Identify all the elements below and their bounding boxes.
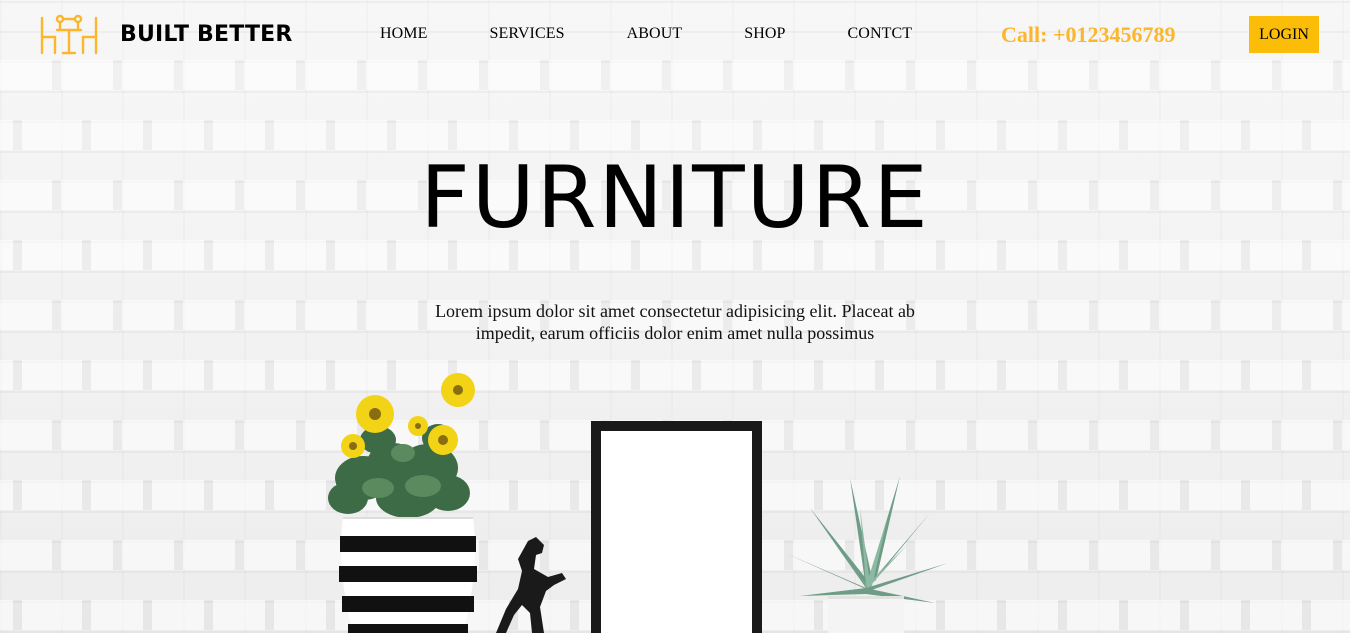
logo[interactable]: BUILT BETTER: [39, 12, 293, 56]
phone-number[interactable]: Call: +0123456789: [1001, 22, 1175, 48]
picture-frame-canvas: [601, 431, 752, 633]
nav-about[interactable]: ABOUT: [627, 25, 683, 43]
hero-title: FURNITURE: [420, 148, 930, 248]
nav-home[interactable]: HOME: [380, 25, 428, 43]
hero-description: Lorem ipsum dolor sit amet consectetur a…: [435, 301, 915, 343]
succulent-plant-image: [785, 476, 948, 633]
flower-vase-image: [328, 373, 477, 633]
picture-frame-image: [591, 421, 762, 633]
furniture-table-chairs-icon: [40, 14, 98, 55]
horse-figurine-image: [496, 537, 566, 633]
nav-shop[interactable]: SHOP: [744, 25, 785, 43]
login-button[interactable]: LOGIN: [1249, 16, 1319, 53]
wall-texture: [0, 360, 1350, 390]
site-header: BUILT BETTER HOME SERVICES ABOUT SHOP CO…: [0, 0, 1350, 70]
wall-texture: [0, 120, 1350, 150]
nav-services[interactable]: SERVICES: [490, 25, 565, 43]
main-nav: HOME SERVICES ABOUT SHOP CONTCT: [380, 25, 912, 43]
brand-name: BUILT BETTER: [120, 21, 293, 47]
nav-contact[interactable]: CONTCT: [848, 25, 913, 43]
